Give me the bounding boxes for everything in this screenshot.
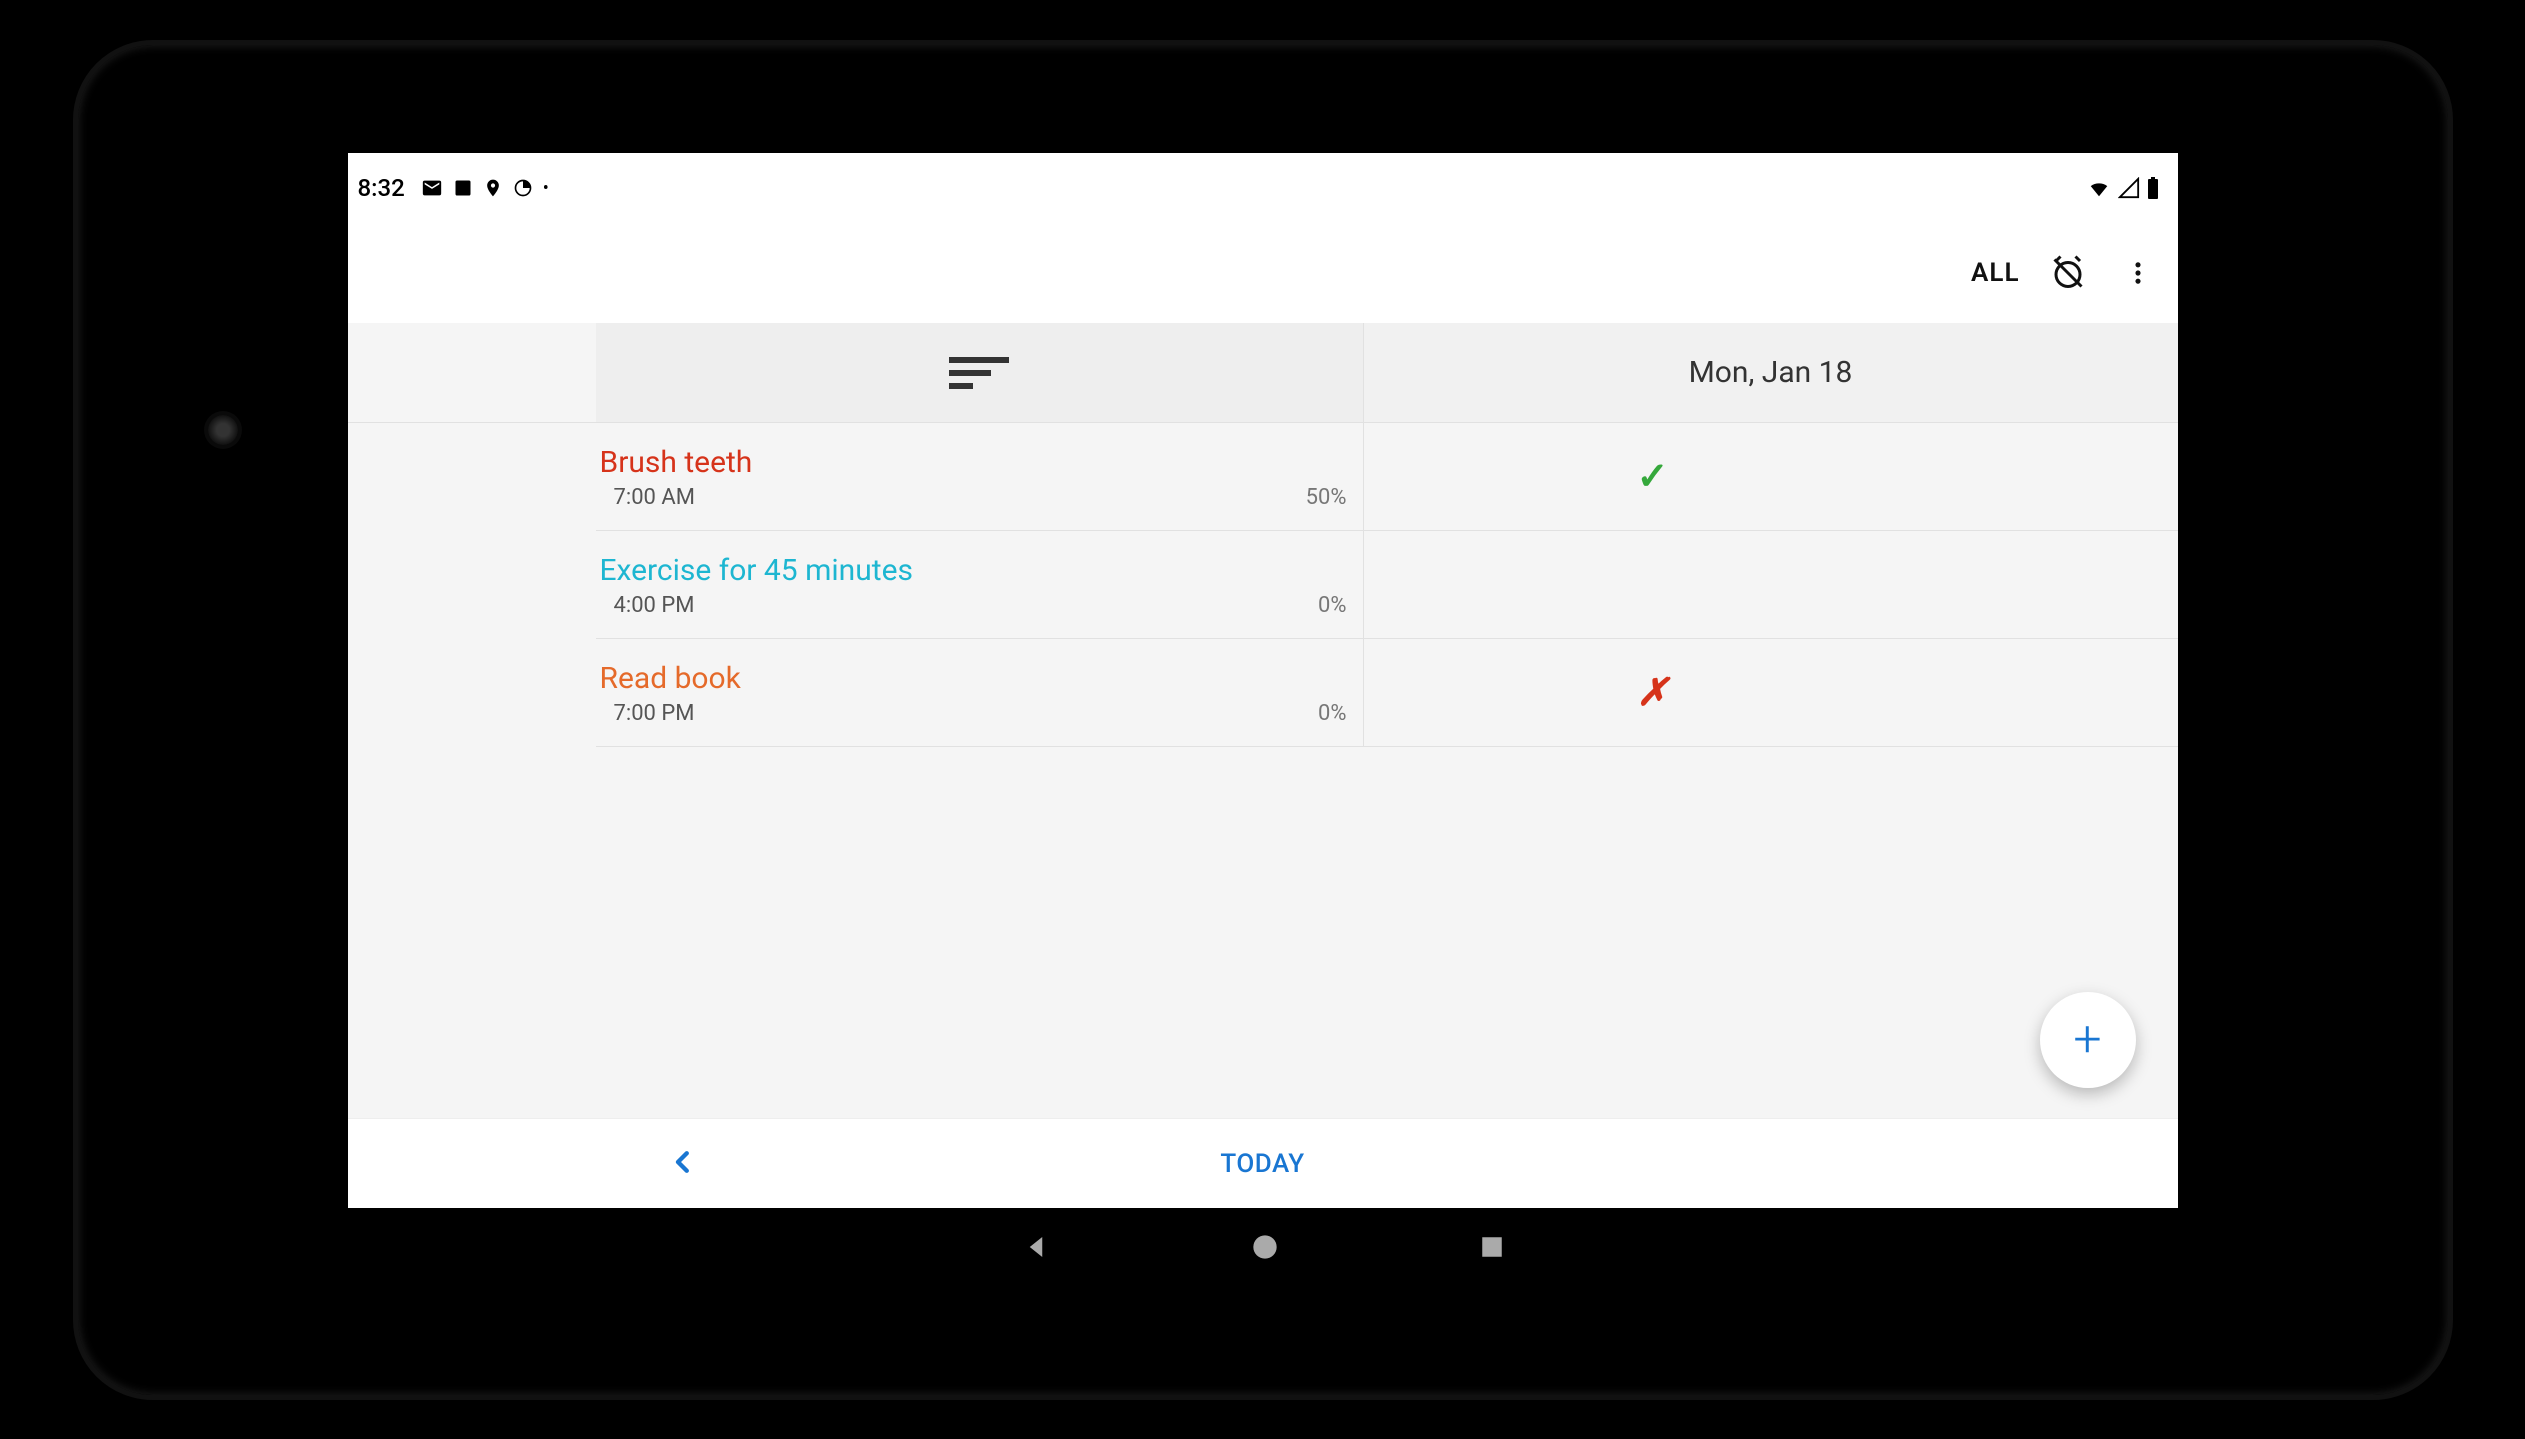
- content-area: Mon, Jan 18 Brush teeth 7:00 AM 50% ✓: [348, 323, 2178, 1118]
- header-row: Mon, Jan 18: [348, 323, 2178, 423]
- tablet-frame: 8:32 •: [73, 40, 2453, 1400]
- status-left: 8:32 •: [358, 174, 549, 202]
- habit-percent: 0%: [1318, 701, 1346, 726]
- previous-day-button[interactable]: [668, 1147, 698, 1181]
- status-cell[interactable]: ✗: [1364, 639, 1942, 746]
- signal-icon: [2118, 177, 2140, 199]
- habit-row[interactable]: Read book 7:00 PM 0% ✗: [596, 639, 2178, 747]
- date-header[interactable]: Mon, Jan 18: [1364, 323, 2178, 422]
- habit-time: 7:00 PM: [614, 701, 695, 726]
- habit-percent: 50%: [1306, 485, 1347, 510]
- today-button[interactable]: TODAY: [348, 1149, 2178, 1179]
- wifi-icon: [2086, 177, 2112, 199]
- status-cell[interactable]: ✓: [1364, 423, 1942, 530]
- habit-sub: 7:00 PM 0%: [600, 701, 1347, 726]
- location-icon: [483, 177, 503, 199]
- front-camera: [208, 415, 238, 445]
- habit-title: Read book: [600, 661, 1347, 697]
- status-right: [2086, 176, 2160, 200]
- habit-percent: 0%: [1318, 593, 1346, 618]
- status-cell[interactable]: [1364, 531, 1942, 638]
- mail-icon: [421, 177, 443, 199]
- header-spacer: [348, 323, 596, 422]
- habit-row[interactable]: Brush teeth 7:00 AM 50% ✓: [596, 423, 2178, 531]
- plus-icon: +: [2073, 1011, 2101, 1069]
- habit-title: Brush teeth: [600, 445, 1347, 481]
- back-button[interactable]: [1021, 1232, 1051, 1262]
- check-icon: ✓: [1637, 454, 1669, 499]
- filter-all-button[interactable]: ALL: [1971, 258, 2019, 288]
- dot-icon: •: [543, 178, 549, 199]
- habit-time: 7:00 AM: [614, 485, 695, 510]
- status-time: 8:32: [358, 174, 405, 202]
- app-icon: [453, 178, 473, 198]
- habit-sub: 4:00 PM 0%: [600, 593, 1347, 618]
- habit-time: 4:00 PM: [614, 593, 695, 618]
- add-habit-fab[interactable]: +: [2040, 992, 2136, 1088]
- habit-cell: Read book 7:00 PM 0%: [596, 639, 1364, 746]
- date-label: Mon, Jan 18: [1689, 355, 1853, 390]
- cross-icon: ✗: [1637, 670, 1669, 715]
- sort-button[interactable]: [596, 323, 1364, 422]
- bottom-nav: TODAY: [348, 1118, 2178, 1208]
- habit-cell: Brush teeth 7:00 AM 50%: [596, 423, 1364, 530]
- sort-icon: [949, 353, 1009, 393]
- alarm-off-icon[interactable]: [2046, 251, 2090, 295]
- recents-button[interactable]: [1479, 1234, 1505, 1260]
- more-icon[interactable]: [2116, 251, 2160, 295]
- battery-icon: [2146, 176, 2160, 200]
- home-button[interactable]: [1251, 1233, 1279, 1261]
- status-bar: 8:32 •: [348, 153, 2178, 223]
- habit-cell: Exercise for 45 minutes 4:00 PM 0%: [596, 531, 1364, 638]
- habit-title: Exercise for 45 minutes: [600, 553, 1347, 589]
- habit-row[interactable]: Exercise for 45 minutes 4:00 PM 0%: [596, 531, 2178, 639]
- data-icon: [513, 178, 533, 198]
- system-nav-bar: [348, 1208, 2178, 1286]
- habits-list: Brush teeth 7:00 AM 50% ✓ Exercise for 4…: [348, 423, 2178, 747]
- screen: 8:32 •: [348, 153, 2178, 1286]
- app-bar: ALL: [348, 223, 2178, 323]
- habit-sub: 7:00 AM 50%: [600, 485, 1347, 510]
